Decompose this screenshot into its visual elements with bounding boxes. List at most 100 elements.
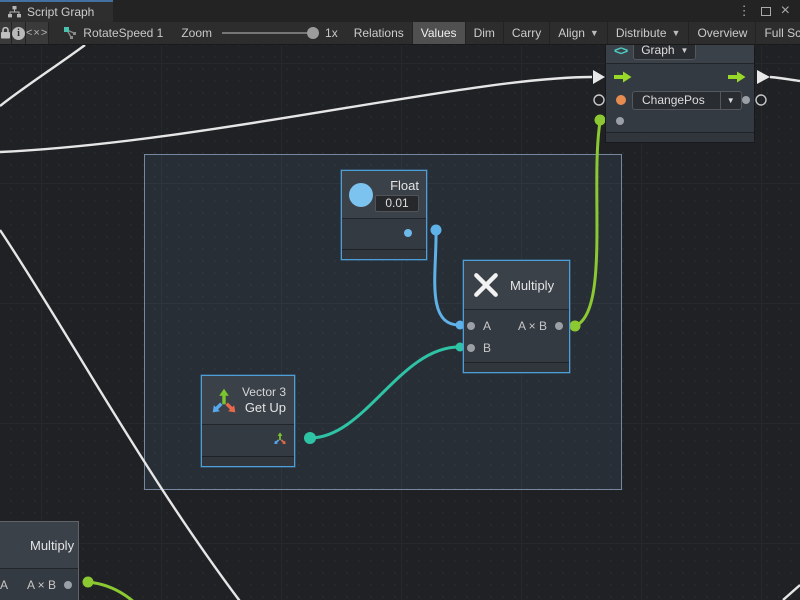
output-port-row bbox=[202, 427, 294, 449]
changepos-output-port[interactable] bbox=[742, 96, 750, 104]
wire-endpoint[interactable] bbox=[83, 577, 94, 588]
node-vector3-get-up[interactable]: Vector 3 Get Up bbox=[201, 375, 295, 467]
node-type-label: Vector 3 bbox=[242, 385, 286, 399]
node-title: Multiply bbox=[510, 278, 554, 293]
node-footer bbox=[202, 456, 294, 466]
output-port[interactable] bbox=[64, 581, 72, 589]
node-title: Float bbox=[390, 178, 419, 193]
code-preview-button[interactable]: <×> bbox=[26, 22, 49, 44]
node-graph-changepos[interactable]: <> Graph ▼ ChangePos ▼ bbox=[605, 45, 755, 143]
wire-white-corner-tip[interactable] bbox=[783, 585, 800, 600]
node-header: Vector 3 Get Up bbox=[202, 376, 294, 425]
wire-white-out-of-graph-node[interactable] bbox=[770, 77, 800, 81]
toolbar-button-relations[interactable]: Relations bbox=[346, 22, 413, 44]
node-footer bbox=[464, 362, 569, 372]
zoom-control: Zoom 1x bbox=[181, 22, 337, 44]
node-multiply[interactable]: Multiply A A × B B bbox=[463, 260, 570, 373]
node-header: Float 0.01 bbox=[342, 171, 426, 219]
node-header: <> Graph ▼ bbox=[606, 45, 754, 64]
graph-canvas[interactable]: <> Graph ▼ ChangePos ▼ bbox=[0, 45, 800, 600]
wire-white-into-graph-node[interactable] bbox=[0, 77, 592, 152]
vector3-axes-icon bbox=[208, 384, 240, 416]
wire-endpoint[interactable] bbox=[570, 321, 581, 332]
input-port-b[interactable] bbox=[467, 344, 475, 352]
output-port-row bbox=[342, 222, 426, 244]
tab-script-graph[interactable]: Script Graph bbox=[0, 0, 113, 22]
flow-arrowhead-left[interactable] bbox=[593, 70, 605, 84]
window-close-icon[interactable]: × bbox=[781, 6, 790, 16]
chevron-down-icon[interactable]: ▼ bbox=[720, 92, 741, 109]
multiply-x-icon bbox=[472, 271, 500, 299]
graph-dropdown[interactable]: Graph ▼ bbox=[633, 45, 696, 60]
ports-section bbox=[342, 219, 426, 246]
wire-multiply2-output[interactable] bbox=[88, 582, 152, 600]
node-header: Multiply bbox=[0, 522, 78, 569]
zoom-slider-handle[interactable] bbox=[307, 27, 319, 39]
graph-hierarchy-icon bbox=[8, 6, 21, 18]
script-graph-window: Script Graph ⋮ × i <×> bbox=[0, 0, 800, 600]
changepos-dropdown[interactable]: ChangePos ▼ bbox=[632, 91, 742, 110]
zoom-slider[interactable] bbox=[222, 32, 317, 34]
code-icon: <×> bbox=[26, 27, 48, 39]
window-maximize-icon[interactable] bbox=[761, 7, 771, 16]
toolbar-button-fullscreen[interactable]: Full Screen bbox=[756, 22, 800, 44]
output-port[interactable] bbox=[555, 322, 563, 330]
changepos-port-row: ChangePos ▼ bbox=[606, 89, 754, 111]
window-menu-icon[interactable]: ⋮ bbox=[738, 3, 751, 19]
flow-port-row bbox=[606, 64, 754, 89]
node-title: Get Up bbox=[245, 400, 286, 415]
node-float[interactable]: Float 0.01 bbox=[341, 170, 427, 260]
window-controls: ⋮ × bbox=[738, 0, 800, 22]
port-row-a: A A × B bbox=[0, 574, 78, 596]
float-value-input[interactable]: 0.01 bbox=[375, 195, 419, 212]
tab-title: Script Graph bbox=[27, 5, 94, 19]
zoom-label: Zoom bbox=[181, 26, 212, 40]
graph-toolbar: i <×> RotateSpeed 1 Zoom 1x Relations Va… bbox=[0, 22, 800, 45]
toolbar-button-dim[interactable]: Dim bbox=[466, 22, 504, 44]
ports-section: A A × B bbox=[0, 569, 78, 596]
tab-bar: Script Graph ⋮ × bbox=[0, 0, 800, 22]
unconnected-port-right[interactable] bbox=[756, 95, 766, 105]
code-brackets-icon: <> bbox=[614, 45, 627, 58]
toolbar-button-distribute[interactable]: Distribute▼ bbox=[608, 22, 690, 44]
info-button[interactable]: i bbox=[12, 22, 26, 44]
extra-port-row bbox=[606, 111, 754, 131]
float-value-icon bbox=[349, 183, 373, 207]
lock-icon bbox=[0, 27, 11, 39]
wire-white-topleft[interactable] bbox=[0, 45, 85, 106]
toolbar-button-align[interactable]: Align▼ bbox=[550, 22, 608, 44]
node-header: Multiply bbox=[464, 261, 569, 310]
port-row-b: B bbox=[464, 337, 569, 359]
graph-reference-breadcrumb[interactable]: RotateSpeed 1 bbox=[63, 22, 163, 44]
node-title: Multiply bbox=[30, 538, 74, 553]
flow-arrowhead-right[interactable] bbox=[757, 70, 770, 84]
graph-reference-label: RotateSpeed 1 bbox=[83, 26, 163, 40]
wire-endpoint[interactable] bbox=[304, 432, 316, 444]
input-port[interactable] bbox=[616, 117, 624, 125]
wire-endpoint[interactable] bbox=[431, 225, 442, 236]
flow-output-arrow-icon[interactable] bbox=[728, 71, 746, 83]
node-multiply-2[interactable]: Multiply A A × B bbox=[0, 521, 79, 600]
toolbar-button-carry[interactable]: Carry bbox=[504, 22, 550, 44]
changepos-input-port[interactable] bbox=[616, 95, 626, 105]
ports-section bbox=[202, 425, 294, 451]
toolbar-button-values[interactable]: Values bbox=[413, 22, 466, 44]
input-port-a[interactable] bbox=[467, 322, 475, 330]
chevron-down-icon: ▼ bbox=[681, 46, 689, 55]
state-graph-icon bbox=[63, 26, 77, 40]
node-footer bbox=[342, 249, 426, 259]
ports-section: A A × B B bbox=[464, 310, 569, 359]
vector3-output-port-icon[interactable] bbox=[272, 430, 288, 446]
flow-input-arrow-icon[interactable] bbox=[614, 71, 632, 83]
toolbar-button-overview[interactable]: Overview bbox=[689, 22, 756, 44]
node-footer bbox=[606, 132, 754, 142]
unconnected-port-left[interactable] bbox=[594, 95, 604, 105]
chevron-down-icon: ▼ bbox=[590, 28, 599, 38]
wire-endpoint[interactable] bbox=[595, 115, 606, 126]
port-row-a: A A × B bbox=[464, 315, 569, 337]
zoom-value: 1x bbox=[325, 26, 338, 40]
chevron-down-icon: ▼ bbox=[672, 28, 681, 38]
lock-button[interactable] bbox=[0, 22, 12, 44]
info-icon: i bbox=[12, 27, 25, 40]
float-output-port[interactable] bbox=[404, 229, 412, 237]
